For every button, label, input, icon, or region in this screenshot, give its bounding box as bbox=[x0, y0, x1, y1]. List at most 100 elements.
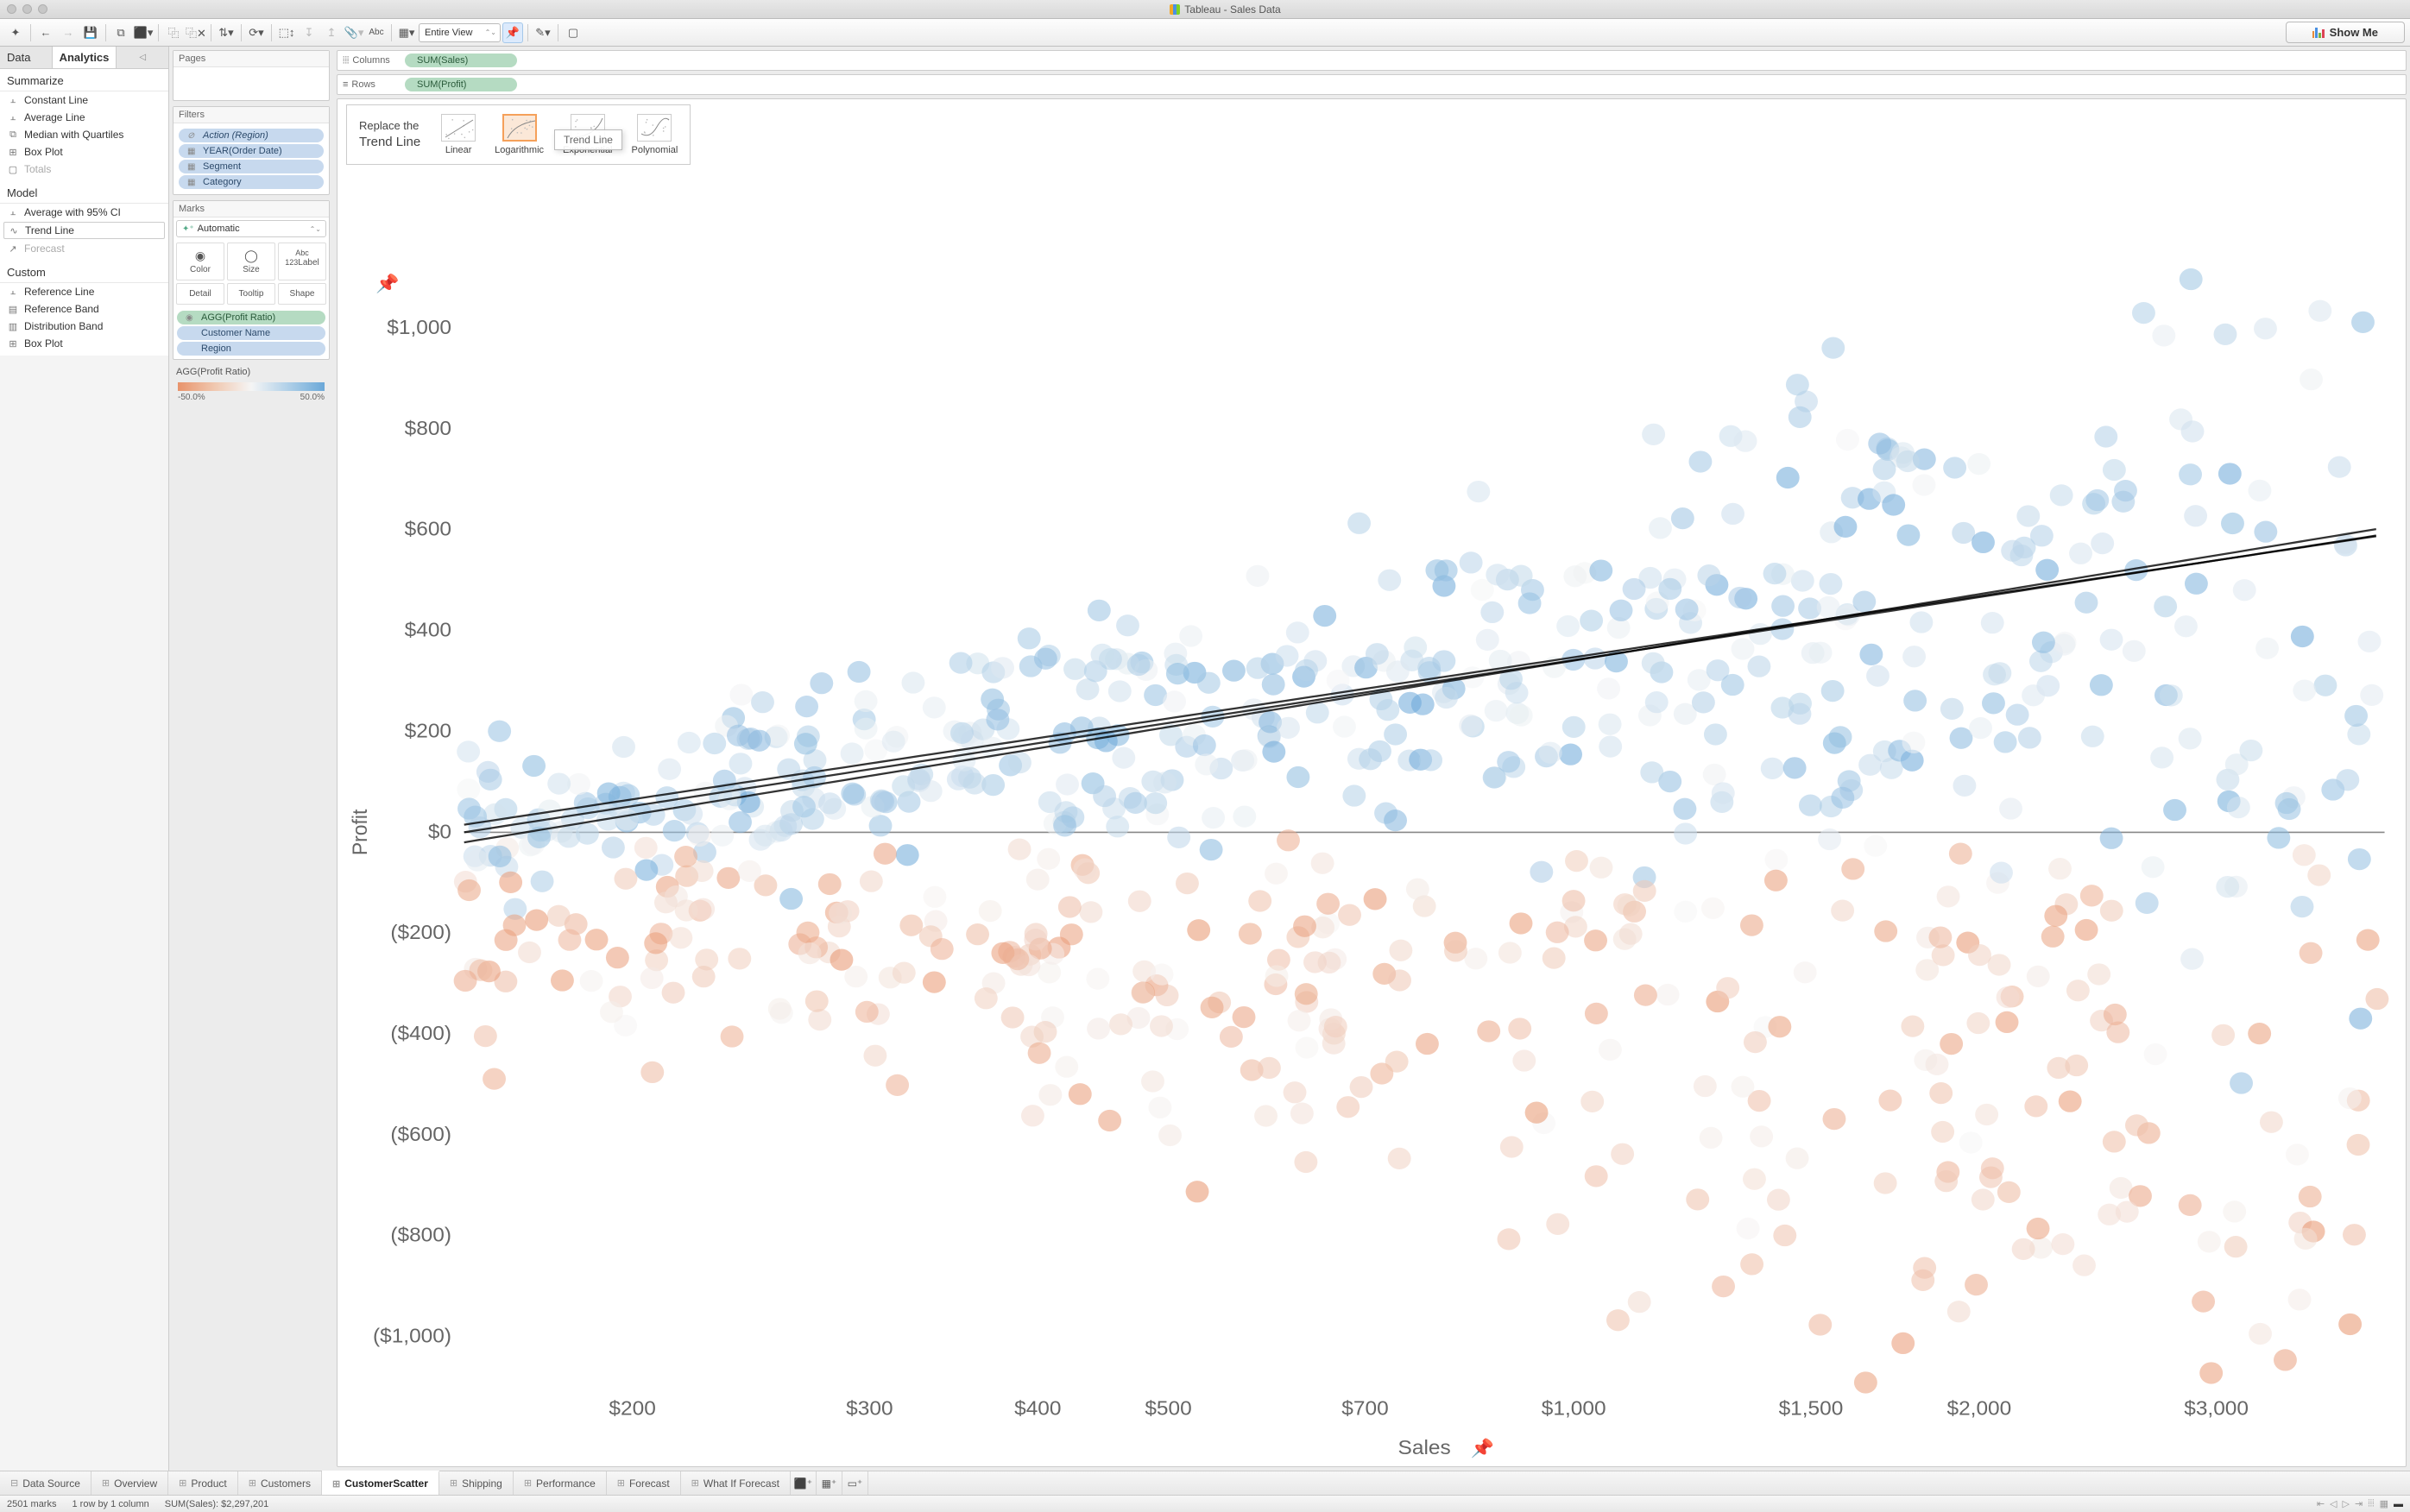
mark-tooltip-button[interactable]: Tooltip bbox=[227, 283, 275, 305]
analytics-item-average-with-ci[interactable]: ⫠Average with 95% CI bbox=[0, 204, 168, 221]
toolbar: ✦ ← → 💾 ⧉ ⬛▾ ⿻ ⿻✕ ⇅▾ ⟳▾ ⬚↕ ↧ ↥ 📎▾ Abc ▦▾… bbox=[0, 19, 2410, 47]
sheet-tab-shipping[interactable]: ⊞Shipping bbox=[439, 1471, 514, 1495]
svg-text:($400): ($400) bbox=[390, 1024, 451, 1045]
presentation-icon[interactable]: ▢ bbox=[563, 22, 584, 43]
analytics-item-totals: ▢Totals bbox=[0, 161, 168, 178]
sort-desc-icon[interactable]: ↧ bbox=[299, 22, 319, 43]
sheet-tab-what-if-forecast[interactable]: ⊞What If Forecast bbox=[681, 1471, 791, 1495]
mark-pill[interactable]: Customer Name bbox=[177, 326, 325, 340]
mark-color-button[interactable]: ◉Color bbox=[176, 243, 224, 280]
new-story-tab[interactable]: ▭⁺ bbox=[842, 1471, 868, 1495]
mark-pill[interactable]: ◉AGG(Profit Ratio) bbox=[177, 311, 325, 324]
analytics-item-icon: ↗ bbox=[7, 243, 19, 255]
refresh-icon[interactable]: ⟳▾ bbox=[246, 22, 267, 43]
trend-option-linear[interactable]: Linear bbox=[441, 114, 476, 155]
new-datasource-icon[interactable]: ⧉ bbox=[110, 22, 131, 43]
fit-icon[interactable]: ▦▾ bbox=[396, 22, 417, 43]
sheet-tab-overview[interactable]: ⊞Overview bbox=[91, 1471, 168, 1495]
columns-shelf[interactable]: ⦙⦙⦙Columns SUM(Sales) bbox=[337, 50, 2407, 71]
nav-last-icon[interactable]: ⇥ bbox=[2355, 1498, 2363, 1509]
new-worksheet-icon[interactable]: ⬛▾ bbox=[133, 22, 154, 43]
zoom-icon[interactable] bbox=[38, 4, 47, 14]
marks-type-select[interactable]: ✦⁺Automatic bbox=[176, 220, 326, 237]
trend-drop-target[interactable]: Replace the Trend Line LinearLogarithmic… bbox=[346, 104, 691, 165]
view-fit-select[interactable]: Entire View bbox=[419, 23, 501, 42]
view-filmstrip-icon[interactable]: ⦙⦙⦙ bbox=[2368, 1498, 2374, 1509]
sheet-tab-customers[interactable]: ⊞Customers bbox=[238, 1471, 322, 1495]
analytics-item-icon: ⫠ bbox=[7, 112, 19, 123]
nav-next-icon[interactable]: ▷ bbox=[2343, 1498, 2350, 1509]
highlight-icon[interactable]: ✎▾ bbox=[533, 22, 553, 43]
swap-icon[interactable]: ⇅▾ bbox=[216, 22, 237, 43]
worksheet-icon: ⊞ bbox=[102, 1477, 110, 1489]
tab-data[interactable]: Data bbox=[0, 47, 53, 68]
mark-label-button[interactable]: Abc123Label bbox=[278, 243, 326, 280]
analytics-item-box-plot[interactable]: ⊞Box Plot bbox=[0, 143, 168, 161]
filter-pill[interactable]: ⊘Action (Region) bbox=[179, 129, 324, 142]
sheet-tab-customerscatter[interactable]: ⊞CustomerScatter bbox=[322, 1471, 439, 1495]
marks-header: Marks bbox=[173, 201, 329, 217]
analytics-item-box-plot[interactable]: ⊞Box Plot bbox=[0, 335, 168, 352]
tab-datasource[interactable]: ⊟ Data Source bbox=[0, 1471, 91, 1495]
filter-pill[interactable]: ▦Segment bbox=[179, 160, 324, 173]
trend-option-logarithmic[interactable]: Logarithmic bbox=[495, 114, 544, 155]
analytics-item-median-with-quartiles[interactable]: ⧉Median with Quartiles bbox=[0, 126, 168, 143]
trend-option-polynomial[interactable]: Polynomial bbox=[632, 114, 678, 155]
minimize-icon[interactable] bbox=[22, 4, 32, 14]
tableau-logo-icon[interactable]: ✦ bbox=[5, 22, 26, 43]
new-worksheet-tab[interactable]: ⬛⁺ bbox=[791, 1471, 817, 1495]
svg-text:$3,000: $3,000 bbox=[2184, 1398, 2249, 1420]
show-labels-icon[interactable]: Abc bbox=[366, 22, 387, 43]
back-icon[interactable]: ← bbox=[35, 22, 56, 43]
show-me-button[interactable]: Show Me bbox=[2286, 22, 2405, 43]
show-me-icon bbox=[2312, 28, 2325, 38]
nav-first-icon[interactable]: ⇤ bbox=[2317, 1498, 2325, 1509]
svg-text:$700: $700 bbox=[1341, 1398, 1388, 1420]
attach-icon[interactable]: 📎▾ bbox=[344, 22, 364, 43]
rows-shelf[interactable]: ≡Rows SUM(Profit) bbox=[337, 74, 2407, 95]
svg-text:📌: 📌 bbox=[375, 272, 400, 293]
worksheet-icon: ⊞ bbox=[617, 1477, 625, 1489]
sheet-tab-product[interactable]: ⊞Product bbox=[168, 1471, 238, 1495]
analytics-item-reference-band[interactable]: ▤Reference Band bbox=[0, 300, 168, 318]
mark-pill[interactable]: Region bbox=[177, 342, 325, 356]
filter-pill[interactable]: ▦YEAR(Order Date) bbox=[179, 144, 324, 158]
close-icon[interactable] bbox=[7, 4, 16, 14]
svg-text:$1,000: $1,000 bbox=[387, 318, 451, 339]
analytics-item-reference-line[interactable]: ⫠Reference Line bbox=[0, 283, 168, 300]
window-controls[interactable] bbox=[7, 4, 47, 14]
group-icon[interactable]: ↥ bbox=[321, 22, 342, 43]
forward-icon[interactable]: → bbox=[58, 22, 79, 43]
filter-pill[interactable]: ▦Category bbox=[179, 175, 324, 189]
new-dashboard-tab[interactable]: ▦⁺ bbox=[817, 1471, 842, 1495]
mark-size-button[interactable]: ◯Size bbox=[227, 243, 275, 280]
legend-gradient[interactable] bbox=[178, 382, 325, 391]
view-single-icon[interactable]: ▬ bbox=[2394, 1499, 2403, 1509]
analytics-item-constant-line[interactable]: ⫠Constant Line bbox=[0, 91, 168, 109]
analytics-item-distribution-band[interactable]: ▥Distribution Band bbox=[0, 318, 168, 335]
nav-prev-icon[interactable]: ◁ bbox=[2330, 1498, 2337, 1509]
filters-card[interactable]: Filters ⊘Action (Region)▦YEAR(Order Date… bbox=[173, 106, 330, 195]
mark-shape-button[interactable]: Shape bbox=[278, 283, 326, 305]
columns-pill[interactable]: SUM(Sales) bbox=[405, 54, 517, 67]
sort-asc-icon[interactable]: ⬚↕ bbox=[276, 22, 297, 43]
pages-card[interactable]: Pages bbox=[173, 50, 330, 101]
collapse-side-icon[interactable]: ◁ bbox=[117, 47, 168, 68]
pin-icon[interactable]: 📌 bbox=[502, 22, 523, 43]
sheet-tab-forecast[interactable]: ⊞Forecast bbox=[607, 1471, 681, 1495]
save-icon[interactable]: 💾 bbox=[80, 22, 101, 43]
svg-text:$400: $400 bbox=[1014, 1398, 1061, 1420]
visualization[interactable]: Replace the Trend Line LinearLogarithmic… bbox=[337, 98, 2407, 1467]
sheet-tab-performance[interactable]: ⊞Performance bbox=[514, 1471, 607, 1495]
rows-pill[interactable]: SUM(Profit) bbox=[405, 78, 517, 91]
mark-detail-button[interactable]: Detail bbox=[176, 283, 224, 305]
view-grid-icon[interactable]: ▦ bbox=[2380, 1498, 2388, 1509]
duplicate-icon[interactable]: ⿻ bbox=[163, 22, 184, 43]
tab-analytics[interactable]: Analytics bbox=[53, 47, 117, 68]
clear-icon[interactable]: ⿻✕ bbox=[186, 22, 206, 43]
marks-card[interactable]: Marks ✦⁺Automatic ◉Color◯SizeAbc123Label… bbox=[173, 200, 330, 360]
analytics-item-trend-line[interactable]: ∿Trend Line bbox=[3, 222, 165, 239]
analytics-item-average-line[interactable]: ⫠Average Line bbox=[0, 109, 168, 126]
color-legend-card[interactable]: AGG(Profit Ratio) -50.0% 50.0% bbox=[173, 365, 330, 406]
window-titlebar: Tableau - Sales Data bbox=[0, 0, 2410, 19]
